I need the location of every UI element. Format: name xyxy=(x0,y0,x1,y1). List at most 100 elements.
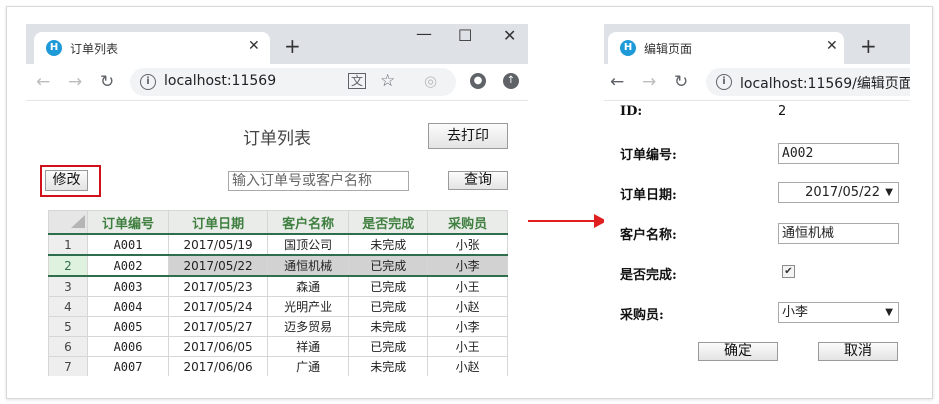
cell-buyer[interactable]: 小李 xyxy=(427,254,508,277)
cell-buyer[interactable]: 小赵 xyxy=(427,356,508,376)
cell-order-no[interactable]: A006 xyxy=(86,336,170,357)
cell-order-no[interactable]: A004 xyxy=(86,296,170,317)
reload-icon[interactable]: ↻ xyxy=(674,72,688,92)
back-icon[interactable]: ← xyxy=(36,72,50,92)
cell-customer[interactable]: 通恒机械 xyxy=(267,254,350,277)
cell-order-no[interactable]: A007 xyxy=(86,356,170,376)
back-icon[interactable]: ← xyxy=(610,72,624,92)
forward-icon[interactable]: → xyxy=(642,72,656,92)
table-row[interactable]: 1 A001 2017/05/19 国顶公司 未完成 小张 xyxy=(48,233,508,256)
customer-field[interactable]: 通恒机械 xyxy=(778,223,899,244)
cell-order-no[interactable]: A002 xyxy=(86,254,170,277)
dropdown-arrow-icon[interactable]: ▼ xyxy=(885,183,893,202)
table-row[interactable]: 5 A005 2017/05/27 迈多贸易 未完成 小李 xyxy=(48,316,508,337)
column-header-order-no[interactable]: 订单编号 xyxy=(86,210,170,235)
maximize-icon[interactable]: ☐ xyxy=(458,26,472,45)
reload-icon[interactable]: ↻ xyxy=(100,72,114,92)
browser-toolbar: ← → ↻ i localhost:11569/编辑页面 xyxy=(604,64,910,101)
tab-strip: H 编辑页面 ✕ + xyxy=(604,24,910,64)
tab-order-list[interactable]: H 订单列表 ✕ xyxy=(34,32,270,64)
cell-done[interactable]: 未完成 xyxy=(348,356,429,376)
cell-customer[interactable]: 广通 xyxy=(267,356,350,376)
site-info-icon[interactable]: i xyxy=(140,74,156,90)
new-tab-icon[interactable]: + xyxy=(860,34,877,58)
cell-buyer[interactable]: 小王 xyxy=(427,275,508,297)
query-button[interactable]: 查询 xyxy=(448,171,508,190)
cell-done[interactable]: 已完成 xyxy=(348,275,429,297)
ok-button[interactable]: 确定 xyxy=(698,342,778,361)
cell-order-date[interactable]: 2017/05/22 xyxy=(168,254,269,277)
close-tab-icon[interactable]: ✕ xyxy=(826,38,838,54)
row-number[interactable]: 7 xyxy=(48,356,88,376)
row-number[interactable]: 2 xyxy=(48,254,88,277)
cell-order-date[interactable]: 2017/05/19 xyxy=(168,233,269,256)
done-checkbox[interactable]: ✔ xyxy=(782,265,795,278)
site-info-icon[interactable]: i xyxy=(716,74,732,90)
account-icon[interactable]: ● xyxy=(470,73,486,89)
cell-done[interactable]: 已完成 xyxy=(348,254,429,277)
row-number[interactable]: 1 xyxy=(48,233,88,256)
address-bar[interactable]: i localhost:11569/编辑页面 xyxy=(706,68,910,96)
table-row[interactable]: 7 A007 2017/06/06 广通 未完成 小赵 xyxy=(48,356,508,376)
close-tab-icon[interactable]: ✕ xyxy=(248,38,260,54)
cell-done[interactable]: 已完成 xyxy=(348,336,429,357)
cell-order-date[interactable]: 2017/06/05 xyxy=(168,336,269,357)
cell-order-no[interactable]: A005 xyxy=(86,316,170,337)
cell-order-date[interactable]: 2017/06/06 xyxy=(168,356,269,376)
cell-customer[interactable]: 森通 xyxy=(267,275,350,297)
translate-icon[interactable]: 文 xyxy=(348,73,367,89)
forward-icon[interactable]: → xyxy=(68,72,82,92)
order-date-picker[interactable]: 2017/05/22 ▼ xyxy=(778,182,899,203)
edit-button[interactable]: 修改 xyxy=(45,170,88,191)
cell-buyer[interactable]: 小李 xyxy=(427,316,508,337)
update-icon[interactable]: ↑ xyxy=(503,73,519,89)
page-title: 订单列表 xyxy=(243,129,311,149)
tab-edit-page[interactable]: H 编辑页面 ✕ xyxy=(608,32,844,64)
column-header-order-date[interactable]: 订单日期 xyxy=(168,210,269,235)
cell-order-date[interactable]: 2017/05/24 xyxy=(168,296,269,317)
cell-done[interactable]: 已完成 xyxy=(348,296,429,317)
cell-customer[interactable]: 祥通 xyxy=(267,336,350,357)
cell-order-no[interactable]: A001 xyxy=(86,233,170,256)
cell-done[interactable]: 未完成 xyxy=(348,316,429,337)
row-number[interactable]: 6 xyxy=(48,336,88,357)
close-window-icon[interactable]: ✕ xyxy=(503,26,516,45)
cancel-button[interactable]: 取消 xyxy=(818,342,898,361)
order-date-value: 2017/05/22 xyxy=(805,185,880,200)
cell-buyer[interactable]: 小赵 xyxy=(427,296,508,317)
tab-strip: H 订单列表 ✕ + — ☐ ✕ xyxy=(26,24,528,64)
bookmark-star-icon[interactable]: ☆ xyxy=(380,71,395,91)
tab-title: 编辑页面 xyxy=(644,42,693,56)
cell-buyer[interactable]: 小张 xyxy=(427,233,508,256)
cell-customer[interactable]: 迈多贸易 xyxy=(267,316,350,337)
cell-buyer[interactable]: 小王 xyxy=(427,336,508,357)
print-button[interactable]: 去打印 xyxy=(428,123,508,149)
row-number[interactable]: 5 xyxy=(48,316,88,337)
search-input[interactable]: 输入订单号或客户名称 xyxy=(228,171,409,191)
minimize-icon[interactable]: — xyxy=(416,24,432,43)
cell-order-no[interactable]: A003 xyxy=(86,275,170,297)
table-corner[interactable] xyxy=(48,210,88,235)
cell-order-date[interactable]: 2017/05/27 xyxy=(168,316,269,337)
row-number[interactable]: 3 xyxy=(48,275,88,297)
order-no-field[interactable]: A002 xyxy=(778,143,899,164)
dropdown-arrow-icon[interactable]: ▼ xyxy=(885,303,893,322)
table-row-selected[interactable]: 2 A002 2017/05/22 通恒机械 已完成 小李 xyxy=(48,254,508,277)
tab-title: 订单列表 xyxy=(70,42,119,56)
table-row[interactable]: 3 A003 2017/05/23 森通 已完成 小王 xyxy=(48,275,508,297)
new-tab-icon[interactable]: + xyxy=(284,34,301,58)
column-header-done[interactable]: 是否完成 xyxy=(348,210,429,235)
column-header-customer[interactable]: 客户名称 xyxy=(267,210,350,235)
cell-done[interactable]: 未完成 xyxy=(348,233,429,256)
row-number[interactable]: 4 xyxy=(48,296,88,317)
buyer-select[interactable]: 小李 ▼ xyxy=(778,302,899,323)
table-row[interactable]: 4 A004 2017/05/24 光明产业 已完成 小赵 xyxy=(48,296,508,317)
cell-order-date[interactable]: 2017/05/23 xyxy=(168,275,269,297)
extension-icon[interactable]: ◎ xyxy=(424,72,437,90)
cell-customer[interactable]: 光明产业 xyxy=(267,296,350,317)
address-bar[interactable]: i localhost:11569 文 ☆ xyxy=(130,68,456,96)
cell-customer[interactable]: 国顶公司 xyxy=(267,233,350,256)
column-header-buyer[interactable]: 采购员 xyxy=(427,210,508,235)
id-label: ID: xyxy=(620,104,643,119)
table-row[interactable]: 6 A006 2017/06/05 祥通 已完成 小王 xyxy=(48,336,508,357)
